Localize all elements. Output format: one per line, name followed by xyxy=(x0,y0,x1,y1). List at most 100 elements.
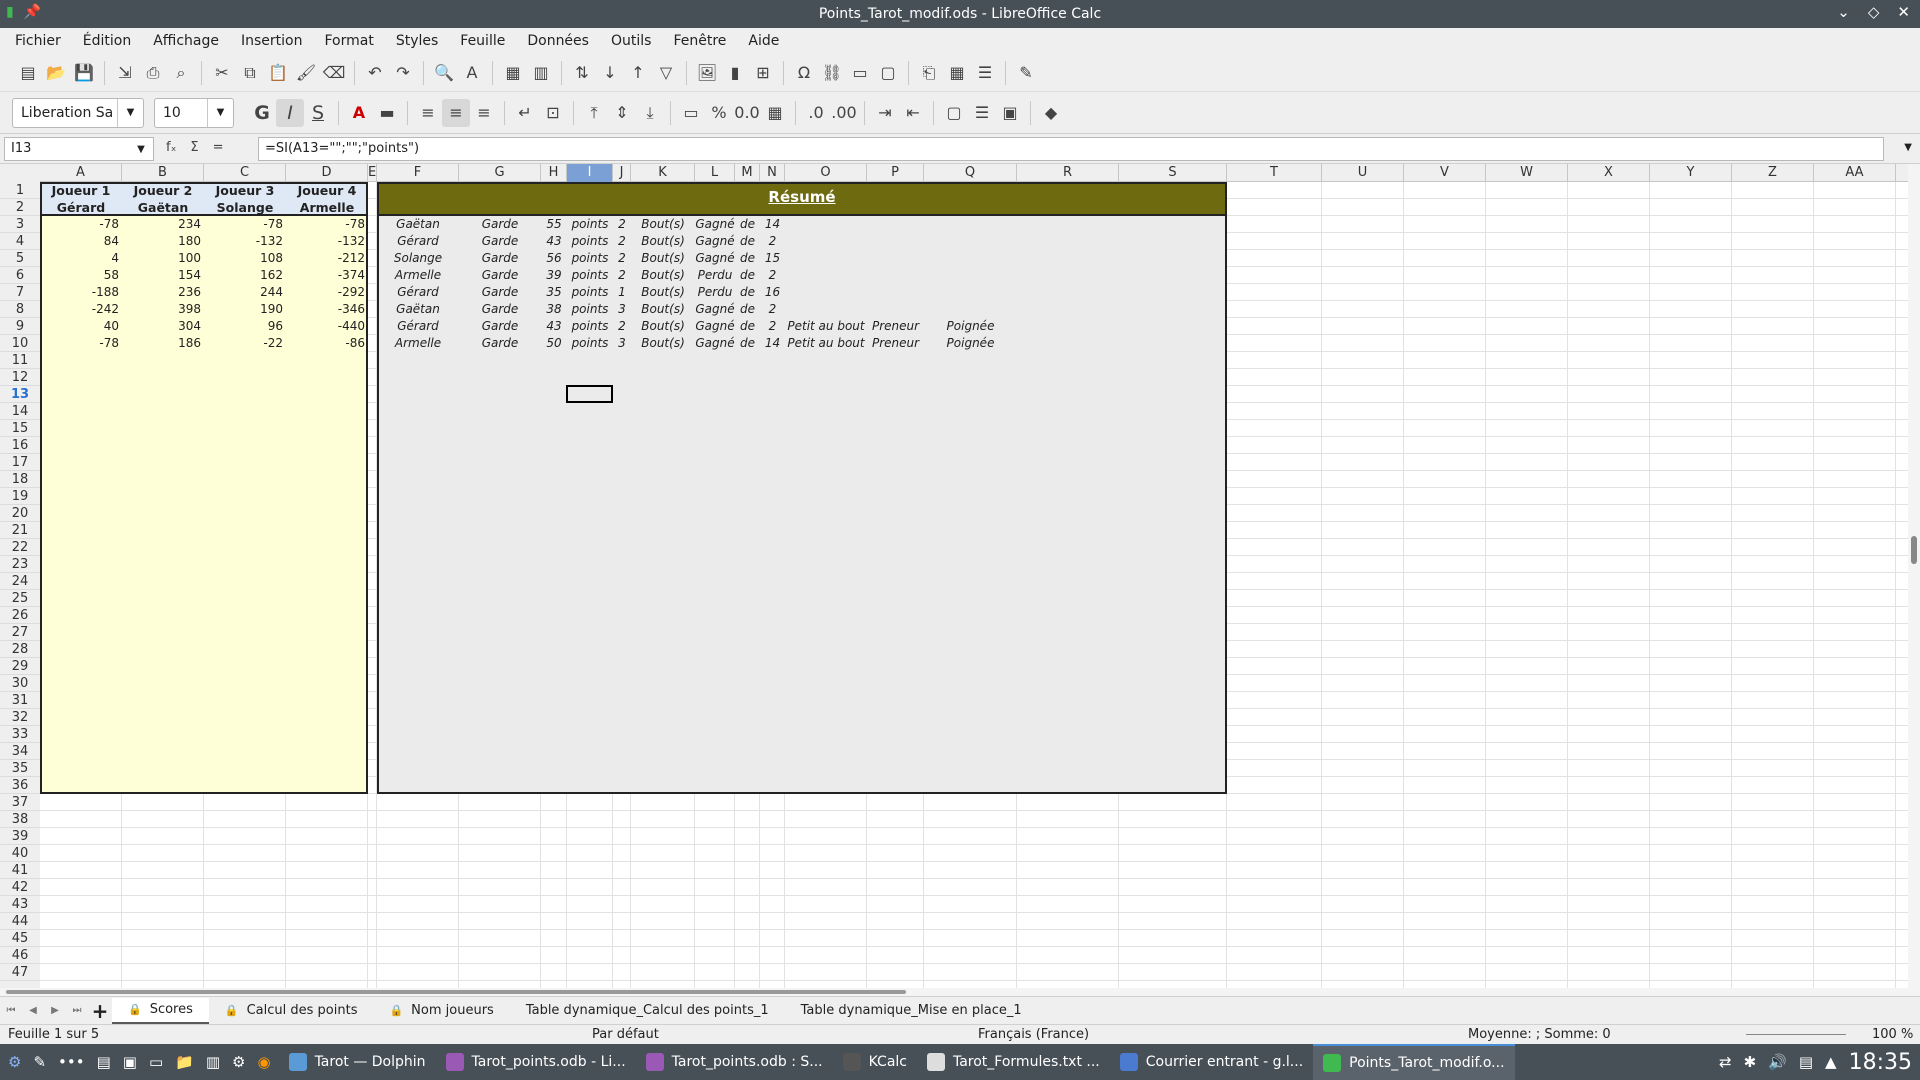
align-middle-icon[interactable]: ⇕ xyxy=(608,99,636,127)
summary-cell[interactable]: Garde xyxy=(459,267,541,284)
maximize-icon[interactable]: ◇ xyxy=(1868,3,1880,21)
menu-item-8[interactable]: Outils xyxy=(600,33,662,49)
split-window-icon[interactable]: ☰ xyxy=(971,59,999,87)
summary-cell[interactable]: points xyxy=(567,233,613,250)
column-header[interactable]: O xyxy=(785,164,867,182)
name-box[interactable]: I13 ▼ xyxy=(4,137,154,161)
summary-cell[interactable]: Gagné xyxy=(695,216,735,233)
summary-cell[interactable]: de xyxy=(735,335,760,352)
summary-cell[interactable]: 2 xyxy=(613,267,631,284)
score-cell[interactable]: -292 xyxy=(286,284,368,301)
copy-icon[interactable]: ⧉ xyxy=(236,59,264,87)
column-header[interactable]: N xyxy=(760,164,785,182)
underline-button[interactable]: S xyxy=(304,99,332,127)
row-header[interactable]: 13 xyxy=(0,386,40,403)
column-header[interactable]: T xyxy=(1227,164,1322,182)
score-cell[interactable]: 108 xyxy=(204,250,286,267)
row-header[interactable]: 15 xyxy=(0,420,40,437)
merge-cells-icon[interactable]: ⊡ xyxy=(539,99,567,127)
bold-button[interactable]: G xyxy=(248,99,276,127)
summary-cell[interactable]: de xyxy=(735,233,760,250)
redo-icon[interactable]: ↷ xyxy=(389,59,417,87)
summary-cell[interactable]: 14 xyxy=(760,216,785,233)
row-header[interactable]: 41 xyxy=(0,862,40,879)
zoom-slider[interactable] xyxy=(1746,1034,1846,1035)
score-cell[interactable]: 96 xyxy=(204,318,286,335)
summary-cell[interactable]: Gagné xyxy=(695,233,735,250)
summary-cell[interactable]: 2 xyxy=(760,267,785,284)
summary-cell[interactable]: 2 xyxy=(613,216,631,233)
prev-sheet-icon[interactable]: ◀ xyxy=(22,1005,44,1016)
row-header[interactable]: 20 xyxy=(0,505,40,522)
score-cell[interactable]: 398 xyxy=(122,301,204,318)
summary-cell[interactable]: points xyxy=(567,250,613,267)
align-top-icon[interactable]: ⤒ xyxy=(580,99,608,127)
decrease-indent-icon[interactable]: ⇤ xyxy=(899,99,927,127)
menu-item-9[interactable]: Fenêtre xyxy=(662,33,737,49)
percent-format-button[interactable]: % xyxy=(705,99,733,127)
row-header[interactable]: 34 xyxy=(0,743,40,760)
conditional-format-icon[interactable]: ◆ xyxy=(1037,99,1065,127)
formula-icon[interactable]: = xyxy=(213,140,224,155)
minimize-icon[interactable]: ⌄ xyxy=(1837,3,1850,21)
row-header[interactable]: 44 xyxy=(0,913,40,930)
row-header[interactable]: 1 xyxy=(0,182,40,199)
summary-cell[interactable]: points xyxy=(567,216,613,233)
column-header[interactable]: K xyxy=(631,164,695,182)
tool-icon[interactable]: ✎ xyxy=(33,1053,46,1071)
special-character-icon[interactable]: Ω xyxy=(790,59,818,87)
summary-cell[interactable]: Garde xyxy=(459,301,541,318)
summary-cell[interactable]: Petit au bout xyxy=(785,335,867,352)
sheet-tab[interactable]: Table dynamique_Calcul des points_1 xyxy=(510,998,785,1024)
formula-input[interactable]: =SI(A13="";"";"points") xyxy=(258,137,1884,161)
clone-format-icon[interactable]: 🖌 xyxy=(292,59,320,87)
row-header[interactable]: 5 xyxy=(0,250,40,267)
column-header[interactable]: M xyxy=(735,164,760,182)
row-header[interactable]: 17 xyxy=(0,454,40,471)
summary-cell[interactable]: Gérard xyxy=(377,284,459,301)
close-icon[interactable]: ✕ xyxy=(1897,3,1910,21)
firefox-icon[interactable]: ◉ xyxy=(257,1053,270,1071)
score-cell[interactable]: 190 xyxy=(204,301,286,318)
window-icon[interactable]: ▭ xyxy=(149,1053,163,1071)
score-cell[interactable]: -86 xyxy=(286,335,368,352)
row-header[interactable]: 22 xyxy=(0,539,40,556)
summary-cell[interactable]: Perdu xyxy=(695,284,735,301)
number-format-icon[interactable]: 0.0 xyxy=(733,99,761,127)
score-cell[interactable]: 304 xyxy=(122,318,204,335)
menu-item-7[interactable]: Données xyxy=(516,33,600,49)
row-header[interactable]: 39 xyxy=(0,828,40,845)
summary-cell[interactable]: 1 xyxy=(613,284,631,301)
page-style[interactable]: Par défaut xyxy=(592,1027,659,1042)
column-header[interactable]: I xyxy=(567,164,613,182)
row-header[interactable]: 42 xyxy=(0,879,40,896)
row-header[interactable]: 11 xyxy=(0,352,40,369)
score-cell[interactable]: 40 xyxy=(40,318,122,335)
score-cell[interactable]: -242 xyxy=(40,301,122,318)
autofilter-icon[interactable]: ▽ xyxy=(652,59,680,87)
summary-cell[interactable]: 2 xyxy=(613,250,631,267)
column-header[interactable]: P xyxy=(867,164,924,182)
row-header[interactable]: 43 xyxy=(0,896,40,913)
summary-cell[interactable]: 35 xyxy=(541,284,567,301)
row-header[interactable]: 2 xyxy=(0,199,40,216)
summary-cell[interactable]: Gagné xyxy=(695,335,735,352)
borders-icon[interactable]: ▢ xyxy=(940,99,968,127)
align-left-icon[interactable]: ≡ xyxy=(414,99,442,127)
summary-cell[interactable]: Perdu xyxy=(695,267,735,284)
summary-cell[interactable]: 2 xyxy=(613,318,631,335)
row-header[interactable]: 26 xyxy=(0,607,40,624)
row-header[interactable]: 21 xyxy=(0,522,40,539)
score-cell[interactable]: 244 xyxy=(204,284,286,301)
font-size-combo[interactable]: 10 ▼ xyxy=(154,97,234,128)
border-color-icon[interactable]: ▣ xyxy=(996,99,1024,127)
chevron-down-icon[interactable]: ▼ xyxy=(207,98,233,127)
currency-format-icon[interactable]: ▭ xyxy=(677,99,705,127)
menu-item-3[interactable]: Insertion xyxy=(230,33,313,49)
taskbar-item[interactable]: Tarot — Dolphin xyxy=(279,1044,436,1080)
sort-ascending-icon[interactable]: ↓ xyxy=(596,59,624,87)
chevron-down-icon[interactable]: ▼ xyxy=(129,138,153,160)
sum-icon[interactable]: Σ xyxy=(190,140,198,155)
sheet-tab[interactable]: Table dynamique_Mise en place_1 xyxy=(785,998,1038,1024)
score-cell[interactable]: -440 xyxy=(286,318,368,335)
